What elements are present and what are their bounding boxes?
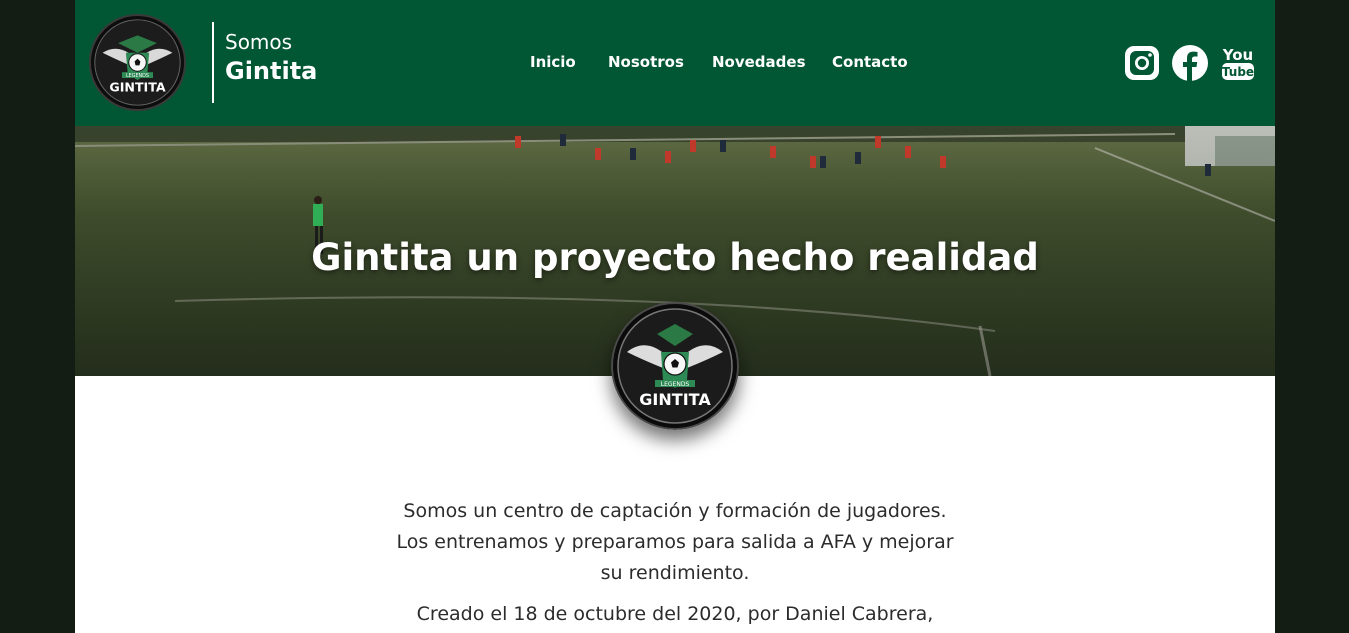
svg-text:LEGENDS: LEGENDS (661, 381, 690, 388)
svg-text:GINTITA: GINTITA (639, 390, 711, 409)
facebook-icon[interactable] (1171, 44, 1209, 82)
nav-item-contacto[interactable]: Contacto (832, 53, 908, 71)
site-header: LEGENDS GINTITA Somos Gintita Inicio Nos… (75, 0, 1275, 126)
about-paragraph: Somos un centro de captación y formación… (396, 500, 954, 584)
page: LEGENDS GINTITA Somos Gintita Inicio Nos… (75, 0, 1275, 633)
svg-text:GINTITA: GINTITA (109, 80, 166, 95)
instagram-icon[interactable] (1123, 44, 1161, 82)
about-section: Somos un centro de captación y formación… (75, 496, 1275, 633)
center-club-emblem: LEGENDS GINTITA (611, 302, 739, 430)
history-paragraph: Creado el 18 de octubre del 2020, por Da… (416, 603, 934, 625)
svg-text:Tube: Tube (1222, 65, 1254, 79)
nav-item-nosotros[interactable]: Nosotros (608, 53, 684, 71)
svg-text:You: You (1222, 46, 1253, 64)
nav-item-novedades[interactable]: Novedades (712, 53, 806, 71)
brand-prefix: Somos (225, 30, 293, 54)
main-nav: Inicio Nosotros Novedades Contacto (75, 53, 1275, 75)
nav-item-inicio[interactable]: Inicio (530, 53, 576, 71)
hero-title: Gintita un proyecto hecho realidad (311, 236, 1039, 279)
youtube-icon[interactable]: You Tube (1219, 44, 1257, 82)
